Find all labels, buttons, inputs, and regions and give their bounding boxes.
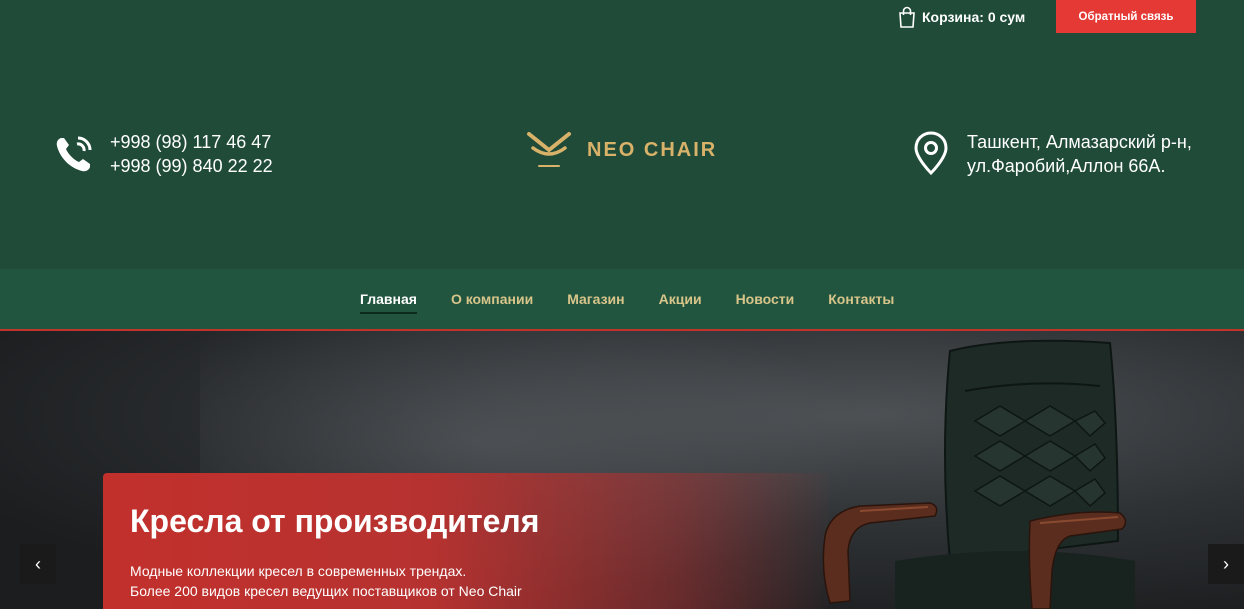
chevron-right-icon: › <box>1223 553 1229 574</box>
logo-text: NEO CHAIR <box>587 138 718 161</box>
hero-description: Модные коллекции кресел в современных тр… <box>130 561 522 601</box>
slider-prev-button[interactable]: ‹ <box>20 544 56 584</box>
address-block: Ташкент, Алмазарский р-н, ул.Фаробий,Алл… <box>913 130 1192 178</box>
nav-item-shop[interactable]: Магазин <box>567 291 624 307</box>
neo-chair-logo-icon <box>527 132 571 167</box>
nav-item-home[interactable]: Главная <box>360 291 417 314</box>
nav-item-promotions[interactable]: Акции <box>659 291 702 307</box>
address-line-1: Ташкент, Алмазарский р-н, <box>967 132 1192 152</box>
nav-item-about[interactable]: О компании <box>451 291 533 307</box>
phone-number-2[interactable]: +998 (99) 840 22 22 <box>110 154 273 178</box>
map-pin-icon <box>914 131 948 176</box>
nav-item-news[interactable]: Новости <box>736 291 795 307</box>
office-chair-image <box>822 339 1135 609</box>
phone-icon <box>56 136 92 172</box>
hero-title: Кресла от производителя <box>130 503 540 539</box>
nav-item-contacts[interactable]: Контакты <box>828 291 894 307</box>
address-line-2: ул.Фаробий,Аллон 66А. <box>967 156 1166 176</box>
promo-banner: Кресла от производителя Модные коллекции… <box>103 473 828 609</box>
phone-block: +998 (98) 117 46 47 +998 (99) 840 22 22 <box>52 130 273 178</box>
chevron-left-icon: ‹ <box>35 553 41 574</box>
top-bar: Корзина: 0 сум Обратный связь <box>0 0 1244 42</box>
shopping-bag-icon <box>899 6 915 28</box>
cart-label: Корзина: 0 сум <box>922 9 1026 25</box>
phone-numbers: +998 (98) 117 46 47 +998 (99) 840 22 22 <box>110 130 273 178</box>
site-logo[interactable]: NEO CHAIR <box>525 128 717 172</box>
hero-line-1: Модные коллекции кресел в современных тр… <box>130 563 467 579</box>
address-text: Ташкент, Алмазарский р-н, ул.Фаробий,Алл… <box>967 130 1192 178</box>
hero-line-2: Более 200 видов кресел ведущих поставщик… <box>130 583 522 599</box>
slider-next-button[interactable]: › <box>1208 544 1244 584</box>
cart-link[interactable]: Корзина: 0 сум <box>898 6 1025 28</box>
phone-number-1[interactable]: +998 (98) 117 46 47 <box>110 130 273 154</box>
callback-button[interactable]: Обратный связь <box>1056 0 1196 33</box>
main-nav: Главная О компании Магазин Акции Новости… <box>0 269 1244 331</box>
